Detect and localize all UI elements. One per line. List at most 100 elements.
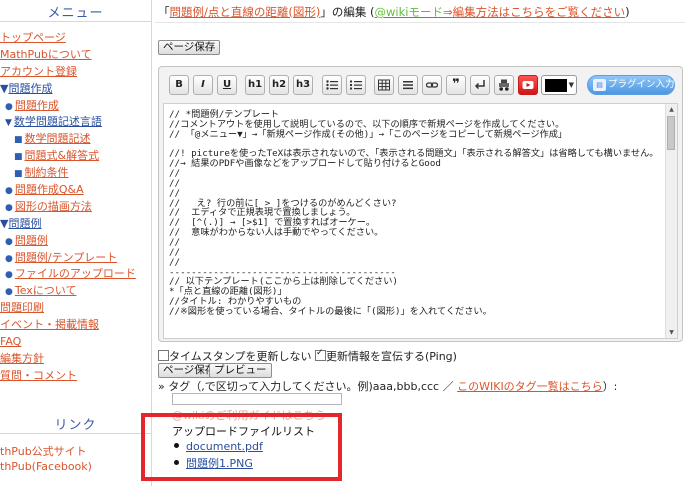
sidebar-item[interactable]: トップページ (0, 30, 151, 47)
heading3-button[interactable]: h3 (293, 75, 313, 95)
timestamp-checkbox[interactable] (158, 350, 169, 361)
menu-title: メニュー (47, 6, 104, 21)
round-bullet-icon: ● (5, 101, 13, 112)
upload-list-title: アップロードファイルリスト (172, 425, 315, 438)
save-page-button-top[interactable]: ページ保存 (158, 40, 221, 55)
sidebar-item-label[interactable]: 質問・コメント (0, 369, 77, 382)
sidebar-item[interactable]: 質問・コメント (0, 368, 151, 385)
sidebar-item[interactable]: ■ 制約条件 (0, 165, 151, 182)
table-button[interactable] (374, 75, 394, 95)
timestamp-label: タイムスタンプを更新しない (169, 350, 312, 363)
sidebar-item-label[interactable]: 問題作成 (15, 99, 59, 112)
wiki-guide-link[interactable]: @wikiのご利用ガイドはこちら (172, 407, 325, 423)
sidebar-item[interactable]: 編集方針 (0, 351, 151, 368)
external-link[interactable]: thPub(Facebook) (0, 459, 92, 474)
editor-scrollbar[interactable]: ▲ ▼ (665, 104, 677, 338)
sidebar-item-label[interactable]: 問題式&解答式 (25, 149, 100, 162)
tag-input[interactable] (172, 393, 342, 405)
line-break-icon (474, 80, 485, 90)
sidebar-item-label[interactable]: 問題例 (15, 234, 48, 247)
sidebar-item[interactable]: アカウント登録 (0, 64, 151, 81)
round-bullet-icon: ● (5, 236, 13, 247)
round-bullet-icon: ● (5, 202, 13, 213)
sidebar-item[interactable]: 問題印刷 (0, 300, 151, 317)
underline-button[interactable]: U (217, 75, 237, 95)
sidebar-item[interactable]: ● 問題作成Q&A (0, 182, 151, 199)
square-bullet-icon: ■ (14, 135, 23, 146)
italic-button[interactable]: I (193, 75, 213, 95)
sidebar-item[interactable]: ▼問題作成 (0, 81, 151, 98)
sidebar-item-label[interactable]: 問題例 (8, 217, 41, 230)
expand-arrow-icon: ▼ (5, 118, 12, 129)
sidebar-item[interactable]: ▼ 数学問題記述言語 (0, 114, 151, 131)
heading-divider (155, 22, 685, 23)
sidebar-item-label[interactable]: FAQ (0, 335, 21, 348)
sidebar-item-label[interactable]: 数学問題記述 (25, 132, 91, 145)
edited-page-link[interactable]: 問題例/点と直線の距離(図形) (170, 5, 321, 19)
text-color-picker[interactable]: ▼ (541, 75, 577, 95)
tag-list-link[interactable]: このWIKIのタグ一覧はこちら (457, 380, 603, 393)
sidebar: メニュー トップページ MathPubについて アカウント登録 ▼問題作成 ● 問題作成 ▼… (0, 0, 152, 486)
sidebar-item-label[interactable]: ファイルのアップロード (15, 267, 136, 280)
notify-checkbox[interactable] (314, 348, 326, 361)
sidebar-item[interactable]: ■ 問題式&解答式 (0, 148, 151, 165)
page-source-text: // *問題例/テンプレート //コメントアウトを使用して説明しているので、以下… (169, 109, 659, 317)
scroll-thumb[interactable] (667, 116, 675, 150)
sidebar-item-label[interactable]: 問題作成 (8, 82, 52, 95)
preview-button[interactable]: プレビュー (209, 363, 272, 378)
sidebar-item[interactable]: ● 図形の描画方法 (0, 199, 151, 216)
sidebar-item[interactable]: FAQ (0, 334, 151, 351)
wiki-mode-prefix: @wikiモード (374, 5, 443, 19)
horizontal-rule-button[interactable] (398, 75, 418, 95)
menu-divider (0, 21, 151, 22)
menu-list: トップページ MathPubについて アカウント登録 ▼問題作成 ● 問題作成 ▼ 数学問題記… (0, 30, 151, 385)
sidebar-item-label[interactable]: イベント・掲載情報 (0, 318, 99, 331)
image-button[interactable] (494, 75, 514, 95)
tag-label: » タグ（,で区切って入力してください。例)aaa,bbb,ccc ／ (158, 380, 458, 393)
sidebar-item[interactable]: ● 問題例/テンプレート (0, 250, 151, 267)
youtube-icon (522, 81, 534, 89)
quote-button[interactable]: ❞ (446, 75, 466, 95)
external-link[interactable]: thPub公式サイト (0, 444, 92, 459)
sidebar-item-label[interactable]: 数学問題記述言語 (14, 115, 102, 128)
bold-button[interactable]: B (169, 75, 189, 95)
sidebar-item[interactable]: MathPubについて (0, 47, 151, 64)
page-source-textarea[interactable]: // *問題例/テンプレート //コメントアウトを使用して説明しているので、以下… (163, 103, 678, 339)
sidebar-item-label[interactable]: 問題印刷 (0, 301, 44, 314)
sidebar-item-label[interactable]: アカウント登録 (0, 65, 77, 78)
bullet-list-button[interactable] (322, 75, 342, 95)
links-list: thPub公式サイト thPub(Facebook) (0, 444, 92, 474)
sidebar-item[interactable]: ▼問題例 (0, 216, 151, 233)
upload-file-link[interactable]: 問題例1.PNG (186, 457, 253, 470)
bullet-icon (174, 443, 179, 448)
link-button[interactable] (422, 75, 442, 95)
sidebar-item[interactable]: ● 問題作成 (0, 98, 151, 115)
scroll-up-arrow-icon[interactable]: ▲ (666, 104, 677, 115)
line-break-button[interactable] (470, 75, 490, 95)
sidebar-item-label[interactable]: 問題例/テンプレート (15, 251, 117, 264)
sidebar-item-label[interactable]: 図形の描画方法 (15, 200, 92, 213)
plugin-input-button[interactable]: ▤ プラグイン入力 (587, 75, 675, 95)
numbered-list-button[interactable] (346, 75, 366, 95)
sidebar-item-label[interactable]: トップページ (0, 31, 66, 44)
heading1-button[interactable]: h1 (245, 75, 265, 95)
sidebar-item-label[interactable]: 編集方針 (0, 352, 44, 365)
links-divider (0, 433, 151, 434)
sidebar-item[interactable]: イベント・掲載情報 (0, 317, 151, 334)
sidebar-item-label[interactable]: 制約条件 (25, 166, 69, 179)
upload-file-item: 問題例1.PNG (174, 455, 263, 472)
youtube-button[interactable] (518, 75, 538, 95)
upload-file-list: document.pdf 問題例1.PNG (174, 438, 263, 472)
sidebar-item-label[interactable]: MathPubについて (0, 48, 92, 61)
sidebar-item[interactable]: ■ 数学問題記述 (0, 131, 151, 148)
upload-file-link[interactable]: document.pdf (186, 440, 263, 453)
sidebar-item-label[interactable]: 問題作成Q&A (15, 183, 84, 196)
wiki-mode-link[interactable]: @wikiモード⇒編集方法はこちらをご覧ください (375, 5, 626, 19)
scroll-down-arrow-icon[interactable]: ▼ (666, 327, 677, 338)
sidebar-item[interactable]: ● ファイルのアップロード (0, 266, 151, 283)
sidebar-item-label[interactable]: Texについて (15, 284, 77, 297)
sidebar-item[interactable]: ● 問題例 (0, 233, 151, 250)
square-bullet-icon: ■ (14, 169, 23, 180)
heading2-button[interactable]: h2 (269, 75, 289, 95)
sidebar-item[interactable]: ● Texについて (0, 283, 151, 300)
